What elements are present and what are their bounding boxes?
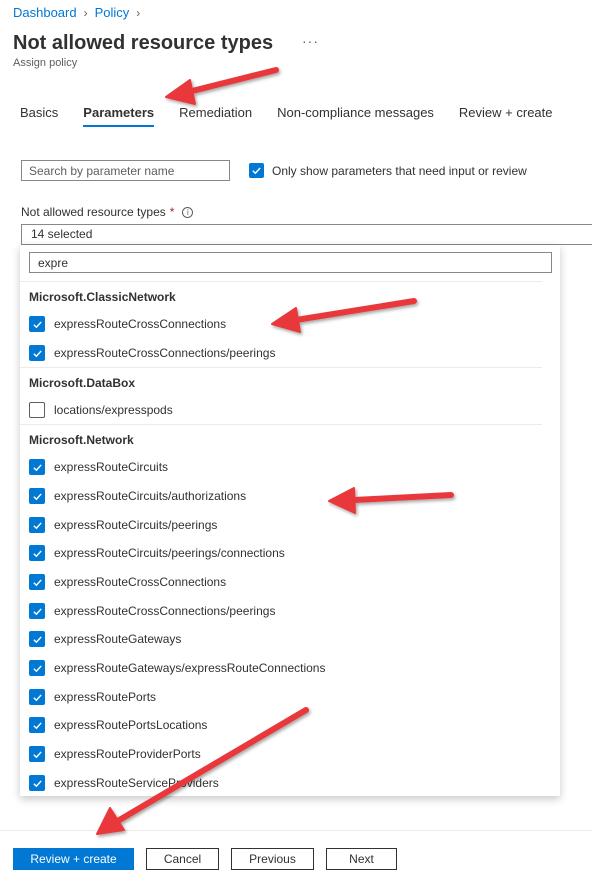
checkbox-checked-icon[interactable] [29, 631, 45, 647]
option-label: expressRouteCircuits/peerings/connection… [54, 546, 285, 560]
checkbox-checked-icon[interactable] [29, 746, 45, 762]
footer-divider [0, 830, 592, 831]
next-button[interactable]: Next [326, 848, 397, 870]
checkbox-checked-icon[interactable] [29, 660, 45, 676]
option-item[interactable]: expressRouteGateways [29, 631, 181, 647]
option-label: expressRouteServiceProviders [54, 776, 219, 790]
option-item[interactable]: expressRouteCrossConnections/peerings [29, 603, 275, 619]
divider [20, 367, 542, 368]
option-label: expressRouteCircuits [54, 460, 169, 474]
option-label: expressRoutePorts [54, 690, 157, 704]
option-label: expressRouteCircuits/authorizations [54, 489, 247, 503]
checkbox-checked-icon[interactable] [29, 574, 45, 590]
tab-non-compliance-messages[interactable]: Non-compliance messages [277, 105, 434, 127]
option-item[interactable]: expressRouteCrossConnections [29, 574, 226, 590]
checkbox-checked-icon[interactable] [29, 603, 45, 619]
option-item[interactable]: expressRouteCircuits/peerings [29, 517, 217, 533]
cancel-button[interactable]: Cancel [146, 848, 219, 870]
option-label: expressRouteGateways [54, 632, 182, 646]
checkbox-checked-icon[interactable] [29, 345, 45, 361]
checkbox-checked-icon[interactable] [29, 717, 45, 733]
chevron-right-icon: › [136, 5, 141, 20]
divider [20, 424, 542, 425]
option-label: expressRouteGateways/expressRouteConnect… [54, 661, 326, 675]
checkbox-checked-icon[interactable] [29, 517, 45, 533]
checkbox-checked-icon[interactable] [29, 488, 45, 504]
option-item[interactable]: expressRouteServiceProviders [29, 775, 219, 791]
previous-button[interactable]: Previous [231, 848, 314, 870]
checkbox-unchecked-icon[interactable] [29, 402, 45, 418]
option-item[interactable]: expressRouteProviderPorts [29, 746, 201, 762]
checkbox-checked-icon[interactable] [29, 689, 45, 705]
breadcrumb-policy[interactable]: Policy [95, 5, 130, 20]
option-label: locations/expresspods [54, 403, 173, 417]
tab-review-create[interactable]: Review + create [459, 105, 553, 127]
parameter-search-input[interactable] [21, 160, 230, 181]
checkbox-checked-icon[interactable] [29, 459, 45, 475]
only-show-label: Only show parameters that need input or … [272, 163, 527, 178]
checkbox-checked-icon[interactable] [29, 316, 45, 332]
group-title-databox: Microsoft.DataBox [29, 376, 136, 390]
resource-types-dropdown[interactable]: 14 selected [21, 224, 592, 245]
only-show-toggle[interactable]: Only show parameters that need input or … [249, 163, 527, 178]
more-options-icon[interactable]: ··· [302, 33, 319, 49]
tab-remediation[interactable]: Remediation [179, 105, 252, 127]
review-create-button[interactable]: Review + create [13, 848, 134, 870]
option-item[interactable]: expressRouteCrossConnections [29, 316, 226, 332]
option-item[interactable]: expressRouteCircuits [29, 459, 168, 475]
checkbox-checked-icon[interactable] [29, 545, 45, 561]
option-label: expressRouteCrossConnections [54, 575, 227, 589]
option-label: expressRouteProviderPorts [54, 747, 201, 761]
page-title: Not allowed resource types [13, 32, 274, 54]
info-icon[interactable]: i [182, 206, 194, 218]
resource-types-dropdown-panel: Microsoft.ClassicNetwork expressRouteCro… [20, 245, 560, 796]
chevron-right-icon: › [83, 5, 88, 20]
breadcrumb: Dashboard › Policy › [13, 5, 147, 20]
option-item[interactable]: expressRouteCircuits/authorizations [29, 488, 246, 504]
page-subtitle: Assign policy [13, 57, 78, 69]
option-item[interactable]: locations/expresspods [29, 402, 173, 418]
required-marker: * [169, 205, 175, 219]
tab-parameters[interactable]: Parameters [83, 105, 155, 127]
parameter-label-text: Not allowed resource types [21, 205, 166, 219]
option-label: expressRoutePortsLocations [54, 718, 208, 732]
checkbox-checked-icon[interactable] [249, 163, 264, 178]
annotation-arrow-icon [165, 67, 279, 105]
tab-bar: Basics Parameters Remediation Non-compli… [20, 105, 578, 127]
group-title-network: Microsoft.Network [29, 433, 134, 447]
option-label: expressRouteCrossConnections/peerings [54, 346, 276, 360]
group-title-classicnetwork: Microsoft.ClassicNetwork [29, 290, 176, 304]
option-label: expressRouteCrossConnections/peerings [54, 604, 276, 618]
option-item[interactable]: expressRouteGateways/expressRouteConnect… [29, 660, 325, 676]
option-label: expressRouteCrossConnections [54, 317, 227, 331]
option-item[interactable]: expressRouteCircuits/peerings/connection… [29, 545, 285, 561]
parameter-label: Not allowed resource types * i [21, 205, 194, 219]
option-label: expressRouteCircuits/peerings [54, 518, 218, 532]
breadcrumb-dashboard[interactable]: Dashboard [13, 5, 77, 20]
option-item[interactable]: expressRoutePortsLocations [29, 717, 207, 733]
dropdown-filter-input[interactable] [29, 252, 552, 273]
option-item[interactable]: expressRouteCrossConnections/peerings [29, 345, 275, 361]
option-item[interactable]: expressRoutePorts [29, 689, 156, 705]
tab-basics[interactable]: Basics [20, 105, 58, 127]
checkbox-checked-icon[interactable] [29, 775, 45, 791]
divider [20, 281, 542, 282]
